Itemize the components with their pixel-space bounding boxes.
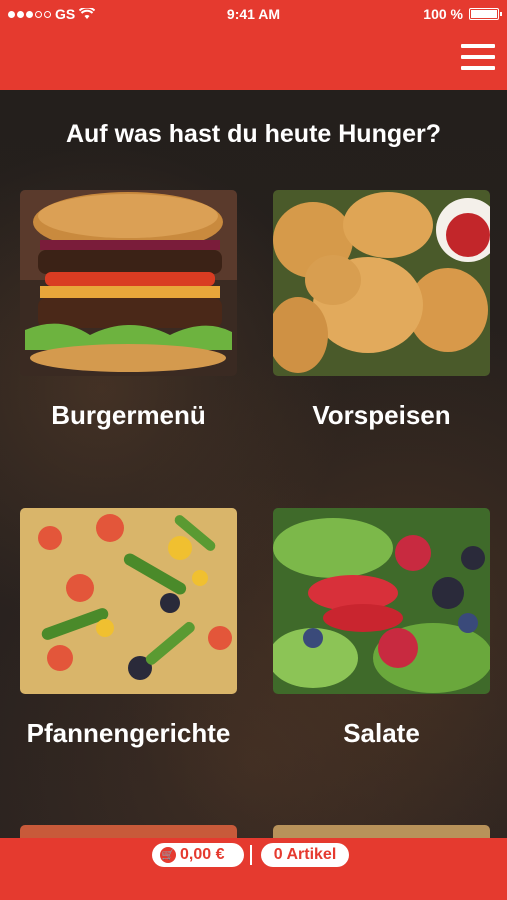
cart-total: 0,00 € — [180, 846, 225, 863]
app-header — [0, 30, 507, 90]
status-bar: GS 9:41 AM 100 % — [0, 0, 507, 30]
hamburger-menu-icon[interactable] — [461, 40, 495, 74]
category-label: Vorspeisen — [312, 400, 451, 430]
cart-total-button[interactable]: 🛒 0,00 € — [152, 843, 244, 867]
category-label: Burgermenü — [51, 400, 206, 430]
battery-icon — [469, 8, 502, 20]
green-salad-image — [273, 508, 490, 694]
category-tile-salate[interactable]: Salate — [273, 508, 490, 749]
page-title: Auf was hast du heute Hunger? — [65, 120, 442, 148]
category-label: Pfannengerichte — [26, 718, 231, 748]
category-tile-partial[interactable] — [273, 825, 490, 838]
pasta-salad-image — [20, 508, 237, 694]
item-count: 0 Artikel — [273, 846, 337, 863]
nuggets-image — [273, 190, 490, 376]
item-count-button[interactable]: 0 Artikel — [261, 843, 349, 867]
burger-image — [20, 190, 237, 376]
category-tile-pfannengerichte[interactable]: Pfannengerichte — [20, 508, 237, 749]
battery-percent: 100 % — [423, 6, 463, 22]
battery-status: 100 % — [423, 6, 502, 22]
category-tile-partial[interactable] — [20, 825, 237, 838]
category-label: Salate — [343, 718, 420, 748]
category-tile-vorspeisen[interactable]: Vorspeisen — [273, 190, 490, 431]
divider — [250, 845, 252, 865]
category-tile-burgermenu[interactable]: Burgermenü — [20, 190, 237, 431]
cart-bar: 🛒 0,00 € 0 Artikel — [0, 838, 507, 900]
cart-icon: 🛒 — [160, 847, 176, 863]
category-grid: Auf was hast du heute Hunger? Burgermenü — [0, 90, 507, 838]
